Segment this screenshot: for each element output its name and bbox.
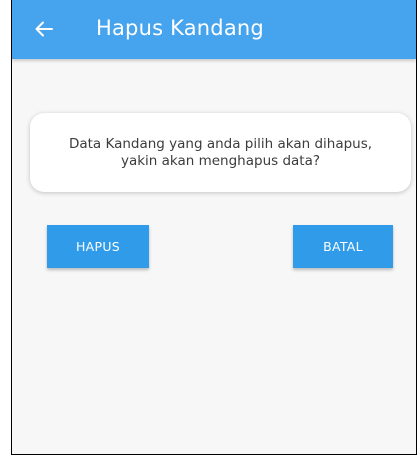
- delete-button[interactable]: HAPUS: [47, 225, 149, 268]
- page-title: Hapus Kandang: [96, 16, 264, 40]
- confirmation-card: Data Kandang yang anda pilih akan dihapu…: [30, 113, 411, 192]
- app-bar: Hapus Kandang: [12, 0, 416, 59]
- arrow-left-icon[interactable]: [32, 17, 56, 41]
- cancel-button[interactable]: BATAL: [293, 225, 393, 268]
- confirmation-message: Data Kandang yang anda pilih akan dihapu…: [68, 135, 373, 169]
- app-screen: Hapus Kandang Data Kandang yang anda pil…: [11, 0, 417, 455]
